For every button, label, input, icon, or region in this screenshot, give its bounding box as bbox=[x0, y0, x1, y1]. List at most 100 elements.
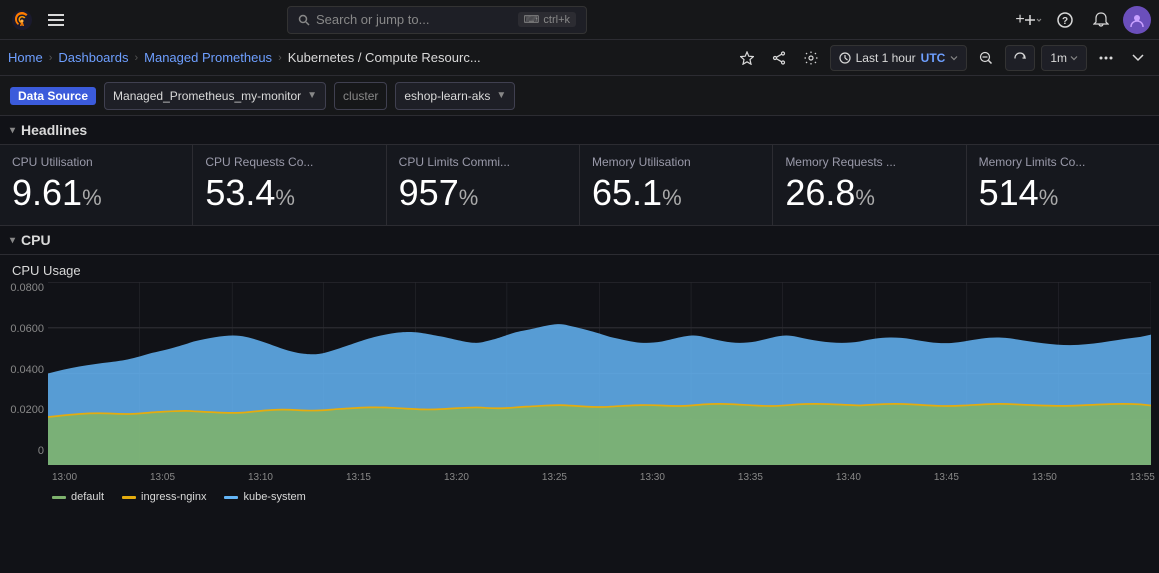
breadcrumb-sep-1: › bbox=[49, 52, 53, 64]
chart-plot bbox=[48, 282, 1151, 465]
breadcrumb-actions: Last 1 hour UTC 1m bbox=[734, 45, 1151, 71]
timezone-label: UTC bbox=[921, 51, 946, 65]
cpu-section-header[interactable]: ▾ CPU bbox=[0, 226, 1159, 255]
metric-memory-utilisation-value: 65.1% bbox=[592, 175, 760, 211]
x-label-0: 13:00 bbox=[52, 472, 77, 483]
metric-memory-requests-title: Memory Requests ... bbox=[785, 155, 953, 169]
y-label-1: 0.0600 bbox=[10, 323, 44, 335]
chart-title: CPU Usage bbox=[0, 255, 1159, 282]
chart-svg bbox=[48, 282, 1151, 465]
x-label-4: 13:20 bbox=[444, 472, 469, 483]
metric-memory-requests-value: 26.8% bbox=[785, 175, 953, 211]
share-button[interactable] bbox=[766, 45, 792, 71]
metric-cpu-requests-value: 53.4% bbox=[205, 175, 373, 211]
data-source-select[interactable]: Managed_Prometheus_my-monitor ▼ bbox=[104, 82, 326, 110]
legend-default-label: default bbox=[71, 491, 104, 503]
x-axis: 13:00 13:05 13:10 13:15 13:20 13:25 13:3… bbox=[48, 467, 1159, 487]
cpu-label: CPU bbox=[21, 232, 51, 248]
legend-ingress-nginx-color bbox=[122, 496, 136, 499]
search-icon bbox=[298, 14, 310, 26]
metric-cpu-requests-title: CPU Requests Co... bbox=[205, 155, 373, 169]
breadcrumb-bar: Home › Dashboards › Managed Prometheus ›… bbox=[0, 40, 1159, 76]
metric-cpu-limits-title: CPU Limits Commi... bbox=[399, 155, 567, 169]
svg-text:?: ? bbox=[1062, 16, 1068, 27]
breadcrumb-sep-2: › bbox=[134, 52, 138, 64]
cluster-caret: ▼ bbox=[496, 90, 506, 101]
x-label-8: 13:40 bbox=[836, 472, 861, 483]
metric-memory-requests: Memory Requests ... 26.8% bbox=[773, 145, 966, 225]
time-range-label: Last 1 hour bbox=[856, 51, 916, 65]
metrics-row: CPU Utilisation 9.61% CPU Requests Co...… bbox=[0, 145, 1159, 226]
x-label-3: 13:15 bbox=[346, 472, 371, 483]
breadcrumb-dashboards[interactable]: Dashboards bbox=[58, 50, 128, 65]
more-options-button[interactable] bbox=[1093, 45, 1119, 71]
x-label-5: 13:25 bbox=[542, 472, 567, 483]
add-button[interactable]: + bbox=[1015, 6, 1043, 34]
y-label-4: 0 bbox=[38, 445, 44, 457]
x-label-11: 13:55 bbox=[1130, 472, 1155, 483]
help-button[interactable]: ? bbox=[1051, 6, 1079, 34]
data-source-caret: ▼ bbox=[307, 90, 317, 101]
notifications-button[interactable] bbox=[1087, 6, 1115, 34]
metric-memory-limits: Memory Limits Co... 514% bbox=[967, 145, 1159, 225]
legend-kube-system-label: kube-system bbox=[243, 491, 305, 503]
legend-ingress-nginx-label: ingress-nginx bbox=[141, 491, 206, 503]
search-bar[interactable]: Search or jump to... ⌨ ctrl+k bbox=[287, 6, 587, 34]
metric-cpu-limits-value: 957% bbox=[399, 175, 567, 211]
search-shortcut: ⌨ ctrl+k bbox=[518, 12, 576, 27]
breadcrumb-sep-3: › bbox=[278, 52, 282, 64]
x-label-9: 13:45 bbox=[934, 472, 959, 483]
topbar-right: + ? bbox=[1015, 6, 1151, 34]
headlines-section-header[interactable]: ▾ Headlines bbox=[0, 116, 1159, 145]
collapse-button[interactable] bbox=[1125, 45, 1151, 71]
y-axis: 0.0800 0.0600 0.0400 0.0200 0 bbox=[0, 282, 48, 457]
chart-legend: default ingress-nginx kube-system bbox=[0, 487, 1159, 507]
y-label-3: 0.0200 bbox=[10, 404, 44, 416]
headlines-chevron-icon: ▾ bbox=[10, 125, 15, 136]
refresh-interval-button[interactable]: 1m bbox=[1041, 45, 1087, 71]
breadcrumb-home[interactable]: Home bbox=[8, 50, 43, 65]
x-label-10: 13:50 bbox=[1032, 472, 1057, 483]
headlines-label: Headlines bbox=[21, 122, 87, 138]
refresh-interval-label: 1m bbox=[1050, 51, 1067, 65]
shortcut-icon: ⌨ bbox=[524, 13, 540, 26]
metric-cpu-utilisation: CPU Utilisation 9.61% bbox=[0, 145, 193, 225]
legend-ingress-nginx[interactable]: ingress-nginx bbox=[122, 491, 206, 503]
legend-kube-system-color bbox=[224, 496, 238, 499]
metric-memory-limits-title: Memory Limits Co... bbox=[979, 155, 1147, 169]
zoom-out-button[interactable] bbox=[973, 45, 999, 71]
y-label-2: 0.0400 bbox=[10, 364, 44, 376]
star-button[interactable] bbox=[734, 45, 760, 71]
topbar: Search or jump to... ⌨ ctrl+k + ? bbox=[0, 0, 1159, 40]
grafana-logo[interactable] bbox=[8, 6, 36, 34]
metric-cpu-limits: CPU Limits Commi... 957% bbox=[387, 145, 580, 225]
cpu-chart-section: CPU Usage 0.0800 0.0600 0.0400 0.0200 0 bbox=[0, 255, 1159, 507]
metric-memory-utilisation: Memory Utilisation 65.1% bbox=[580, 145, 773, 225]
legend-kube-system[interactable]: kube-system bbox=[224, 491, 305, 503]
filter-bar: Data Source Managed_Prometheus_my-monito… bbox=[0, 76, 1159, 116]
metric-cpu-requests: CPU Requests Co... 53.4% bbox=[193, 145, 386, 225]
legend-default-color bbox=[52, 496, 66, 499]
x-label-7: 13:35 bbox=[738, 472, 763, 483]
x-label-1: 13:05 bbox=[150, 472, 175, 483]
x-label-2: 13:10 bbox=[248, 472, 273, 483]
metric-memory-utilisation-title: Memory Utilisation bbox=[592, 155, 760, 169]
settings-button[interactable] bbox=[798, 45, 824, 71]
time-range-button[interactable]: Last 1 hour UTC bbox=[830, 45, 968, 71]
user-avatar[interactable] bbox=[1123, 6, 1151, 34]
cluster-select[interactable]: eshop-learn-aks ▼ bbox=[395, 82, 515, 110]
metric-cpu-utilisation-value: 9.61% bbox=[12, 175, 180, 211]
metric-memory-limits-value: 514% bbox=[979, 175, 1147, 211]
metric-cpu-utilisation-title: CPU Utilisation bbox=[12, 155, 180, 169]
chart-container: 0.0800 0.0600 0.0400 0.0200 0 bbox=[0, 282, 1159, 487]
breadcrumb-managed-prometheus[interactable]: Managed Prometheus bbox=[144, 50, 272, 65]
search-placeholder: Search or jump to... bbox=[316, 12, 429, 27]
cpu-chevron-icon: ▾ bbox=[10, 235, 15, 246]
refresh-button[interactable] bbox=[1005, 45, 1035, 71]
hamburger-menu[interactable] bbox=[42, 6, 70, 34]
data-source-value: Managed_Prometheus_my-monitor bbox=[113, 89, 301, 103]
breadcrumb-current: Kubernetes / Compute Resourc... bbox=[288, 50, 481, 65]
cluster-label: cluster bbox=[334, 82, 387, 110]
cluster-value: eshop-learn-aks bbox=[404, 89, 490, 103]
legend-default[interactable]: default bbox=[52, 491, 104, 503]
